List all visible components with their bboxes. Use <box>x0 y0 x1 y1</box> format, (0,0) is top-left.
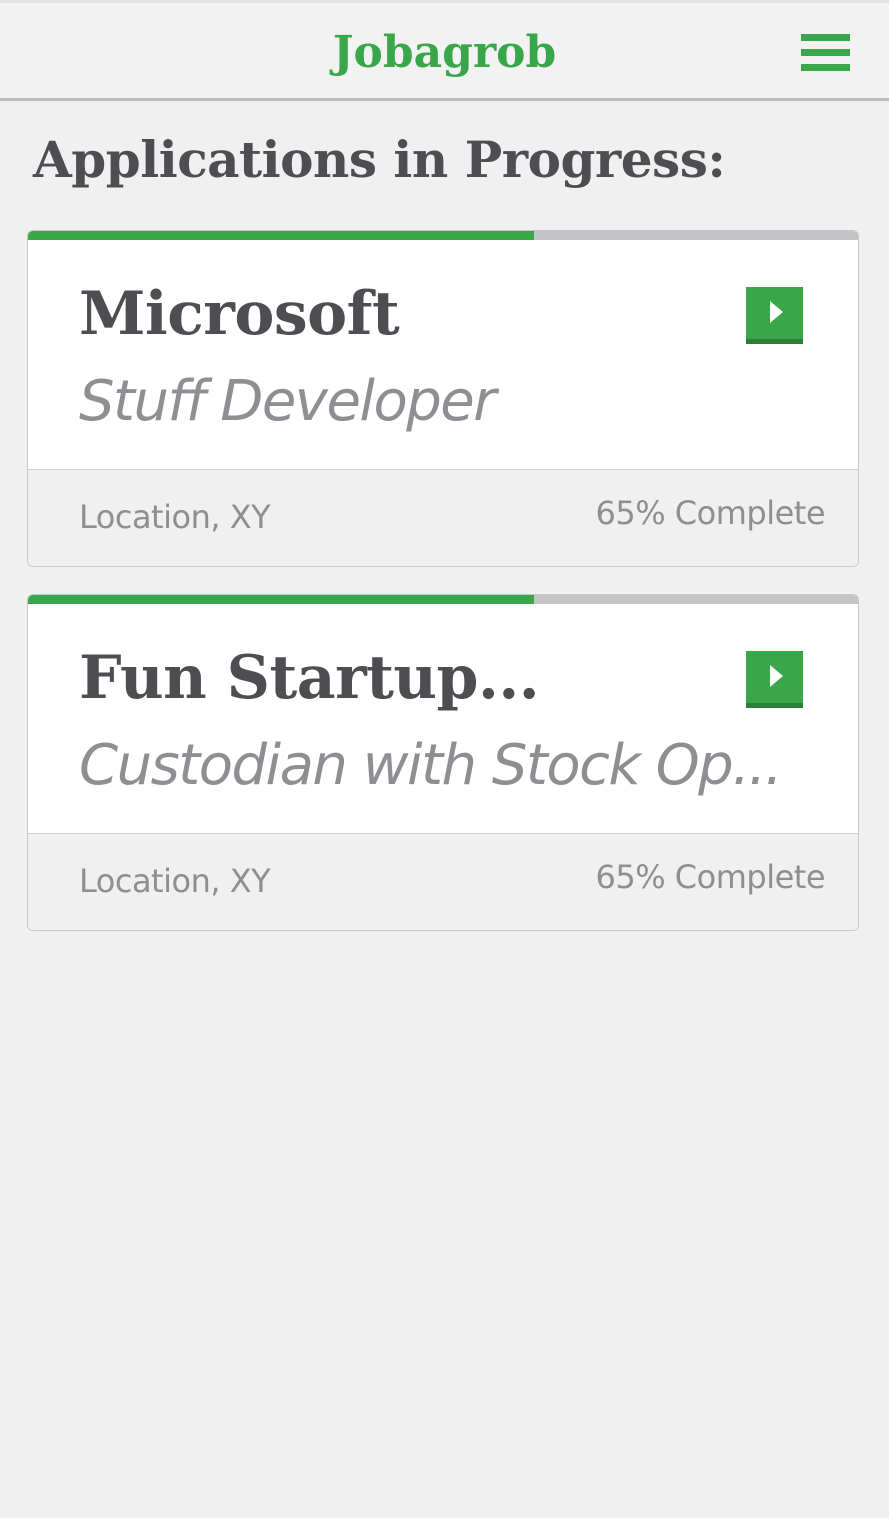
progress-bar <box>28 595 858 604</box>
menu-bar <box>801 34 850 41</box>
completion-status: 65% Complete <box>595 494 825 532</box>
menu-bar <box>801 49 850 56</box>
progress-bar <box>28 231 858 240</box>
job-role: Stuff Developer <box>79 369 496 434</box>
hamburger-menu-icon[interactable] <box>801 33 850 73</box>
page-title: Applications in Progress: <box>33 130 726 189</box>
completion-status: 65% Complete <box>595 858 825 896</box>
play-arrow-icon[interactable] <box>746 287 803 344</box>
card-footer: Location, XY 65% Complete <box>28 469 858 566</box>
menu-bar <box>801 64 850 71</box>
application-card[interactable]: Fun Startup... Custodian with Stock Op..… <box>27 594 859 931</box>
job-location: Location, XY <box>79 498 271 536</box>
company-name: Fun Startup... <box>79 643 540 713</box>
job-role: Custodian with Stock Op... <box>79 733 783 798</box>
job-location: Location, XY <box>79 862 271 900</box>
app-title: Jobagrob <box>332 27 557 78</box>
progress-fill <box>28 595 535 604</box>
play-arrow-icon[interactable] <box>746 651 803 708</box>
progress-fill <box>28 231 535 240</box>
app-header: Jobagrob <box>0 0 889 101</box>
card-footer: Location, XY 65% Complete <box>28 833 858 930</box>
company-name: Microsoft <box>79 279 400 349</box>
application-card[interactable]: Microsoft Stuff Developer Location, XY 6… <box>27 230 859 567</box>
